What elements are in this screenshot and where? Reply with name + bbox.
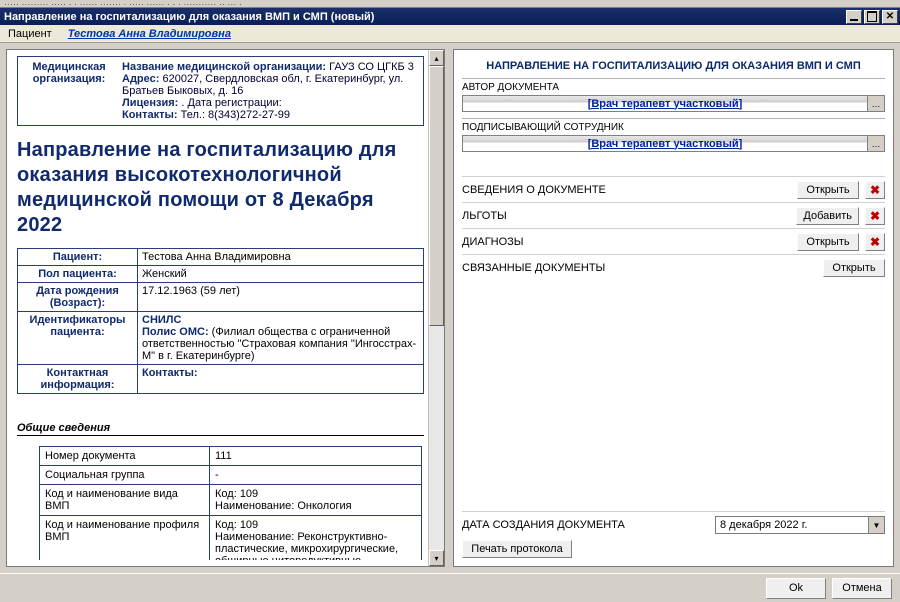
gen-r4-l: Код и наименование профиля ВМП — [40, 516, 210, 561]
scroll-thumb[interactable] — [429, 66, 444, 326]
author-caption: АВТОР ДОКУМЕНТА — [462, 82, 885, 93]
org-cont-label: Контакты: — [122, 109, 178, 121]
form-title: НАПРАВЛЕНИЕ НА ГОСПИТАЛИЗАЦИЮ ДЛЯ ОКАЗАН… — [462, 56, 885, 78]
patient-link[interactable]: Тестова Анна Владимировна — [68, 28, 231, 40]
org-lic-label: Лицензия: — [122, 97, 178, 109]
row-diagnoses: ДИАГНОЗЫ Открыть ✖ — [462, 228, 885, 254]
gen-r2-l: Социальная группа — [40, 466, 210, 485]
gen-r4-v: Код: 109 Наименование: Реконструктивно-п… — [210, 516, 422, 561]
org-caption: Медицинская организация: — [24, 61, 114, 121]
gen-r1-l: Номер документа — [40, 447, 210, 466]
pt-r2-v: Женский — [138, 266, 424, 283]
pt-r5-v: Контакты: — [138, 365, 424, 394]
gen-r3-l: Код и наименование вида ВМП — [40, 485, 210, 516]
form-panel: НАПРАВЛЕНИЕ НА ГОСПИТАЛИЗАЦИЮ ДЛЯ ОКАЗАН… — [453, 49, 894, 567]
scrollbar[interactable]: ▴ ▾ — [428, 50, 444, 566]
date-combo[interactable]: 8 декабря 2022 г. ▼ — [715, 516, 885, 534]
pt-r5-l: Контактная информация: — [18, 365, 138, 394]
row-doc-info-open-button[interactable]: Открыть — [797, 181, 859, 199]
pt-r3-v: 17.12.1963 (59 лет) — [138, 283, 424, 312]
signer-value: [Врач терапевт участковый] — [463, 138, 867, 150]
chevron-down-icon[interactable]: ▼ — [868, 517, 884, 533]
delete-icon: ✖ — [870, 209, 880, 223]
row-doc-info-delete-button[interactable]: ✖ — [865, 181, 885, 199]
dialog-footer: Ok Отмена — [0, 573, 900, 602]
patient-label: Пациент — [8, 28, 52, 40]
row-diagnoses-delete-button[interactable]: ✖ — [865, 233, 885, 251]
gen-r1-v: 111 — [210, 447, 422, 466]
signer-dropdown-icon[interactable]: … — [867, 136, 884, 151]
row-linked-docs-open-button[interactable]: Открыть — [823, 259, 885, 277]
author-value: [Врач терапевт участковый] — [463, 98, 867, 110]
pt-r1-l: Пациент: — [18, 249, 138, 266]
org-name-value: ГАУЗ СО ЦГКБ 3 — [329, 61, 414, 73]
preview-panel: Медицинская организация: Название медици… — [6, 49, 445, 567]
org-box: Медицинская организация: Название медици… — [17, 56, 424, 126]
titlebar: Направление на госпитализацию для оказан… — [0, 8, 900, 25]
org-addr-value: 620027, Свердловская обл, г. Екатеринбур… — [122, 73, 403, 97]
row-benefits-add-button[interactable]: Добавить — [796, 207, 859, 225]
print-protocol-button[interactable]: Печать протокола — [462, 540, 572, 558]
pt-r2-l: Пол пациента: — [18, 266, 138, 283]
delete-icon: ✖ — [870, 235, 880, 249]
general-table: Номер документа 111 Социальная группа - … — [39, 446, 422, 560]
row-doc-info: СВЕДЕНИЯ О ДОКУМЕНТЕ Открыть ✖ — [462, 176, 885, 202]
gen-r3-v: Код: 109 Наименование: Онкология — [210, 485, 422, 516]
date-value: 8 декабря 2022 г. — [716, 519, 868, 531]
date-caption: ДАТА СОЗДАНИЯ ДОКУМЕНТА — [462, 519, 703, 531]
org-addr-label: Адрес: — [122, 73, 159, 85]
signer-combo[interactable]: [Врач терапевт участковый] … — [462, 135, 885, 152]
org-cont-value: Тел.: 8(343)272-27-99 — [181, 109, 290, 121]
patient-table: Пациент: Тестова Анна Владимировна Пол п… — [17, 248, 424, 394]
ok-button[interactable]: Ok — [766, 578, 826, 599]
menubar: ····· ········· ····· · · ······ ·······… — [0, 0, 900, 8]
row-linked-docs-label: СВЯЗАННЫЕ ДОКУМЕНТЫ — [462, 262, 817, 274]
patient-bar: Пациент Тестова Анна Владимировна — [0, 25, 900, 43]
row-doc-info-label: СВЕДЕНИЯ О ДОКУМЕНТЕ — [462, 184, 791, 196]
pt-r4-l: Идентификаторы пациента: — [18, 312, 138, 365]
row-diagnoses-label: ДИАГНОЗЫ — [462, 236, 791, 248]
author-combo[interactable]: [Врач терапевт участковый] … — [462, 95, 885, 112]
window-title: Направление на госпитализацию для оказан… — [4, 11, 374, 23]
general-header: Общие сведения — [17, 422, 424, 436]
maximize-button[interactable] — [864, 10, 880, 24]
row-benefits-label: ЛЬГОТЫ — [462, 210, 790, 222]
row-benefits: ЛЬГОТЫ Добавить ✖ — [462, 202, 885, 228]
row-linked-docs: СВЯЗАННЫЕ ДОКУМЕНТЫ Открыть — [462, 254, 885, 280]
close-button[interactable]: ✕ — [882, 10, 898, 24]
gen-r2-v: - — [210, 466, 422, 485]
cancel-button[interactable]: Отмена — [832, 578, 892, 599]
scroll-up-button[interactable]: ▴ — [429, 50, 444, 66]
row-benefits-delete-button[interactable]: ✖ — [865, 207, 885, 225]
delete-icon: ✖ — [870, 183, 880, 197]
author-dropdown-icon[interactable]: … — [867, 96, 884, 111]
pt-r1-v: Тестова Анна Владимировна — [138, 249, 424, 266]
minimize-button[interactable] — [846, 10, 862, 24]
row-diagnoses-open-button[interactable]: Открыть — [797, 233, 859, 251]
pt-r3-l: Дата рождения (Возраст): — [18, 283, 138, 312]
scroll-down-button[interactable]: ▾ — [429, 550, 444, 566]
org-lic-value: . Дата регистрации: — [181, 97, 281, 109]
org-name-label: Название медицинской организации: — [122, 61, 326, 73]
document-title: Направление на госпитализацию для оказан… — [17, 138, 424, 238]
signer-caption: ПОДПИСЫВАЮЩИЙ СОТРУДНИК — [462, 122, 885, 133]
pt-r4-v: СНИЛС Полис ОМС: (Филиал общества с огра… — [138, 312, 424, 365]
